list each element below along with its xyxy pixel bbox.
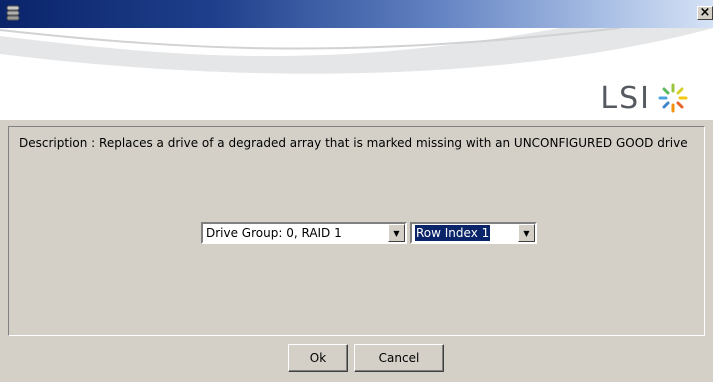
drive-group-select[interactable]: Drive Group: 0, RAID 1 ▼	[201, 222, 407, 244]
header-banner: LSI	[0, 28, 713, 120]
row-index-select[interactable]: Row Index 1 ▼	[410, 222, 537, 244]
button-bar: Ok Cancel	[8, 338, 705, 382]
content-panel: Description : Replaces a drive of a degr…	[8, 126, 705, 336]
title-bar[interactable]: ×	[0, 0, 713, 28]
drive-group-value: Drive Group: 0, RAID 1	[206, 226, 342, 240]
lsi-starburst-icon	[658, 83, 688, 113]
dialog-window: × LSI Description: Replaces a drive of …	[0, 0, 713, 382]
disk-stack-icon	[6, 5, 20, 21]
cancel-button[interactable]: Cancel	[354, 344, 444, 372]
close-button[interactable]: ×	[697, 6, 713, 20]
row-index-value: Row Index 1	[415, 225, 491, 241]
description-text: Description : Replaces a drive of a degr…	[19, 136, 688, 150]
chevron-down-icon[interactable]: ▼	[518, 224, 535, 242]
chevron-down-icon[interactable]: ▼	[388, 224, 405, 242]
ok-button[interactable]: Ok	[288, 344, 348, 372]
logo-text: LSI	[600, 80, 651, 116]
lsi-logo: LSI	[600, 78, 689, 118]
close-icon: ×	[699, 5, 711, 20]
